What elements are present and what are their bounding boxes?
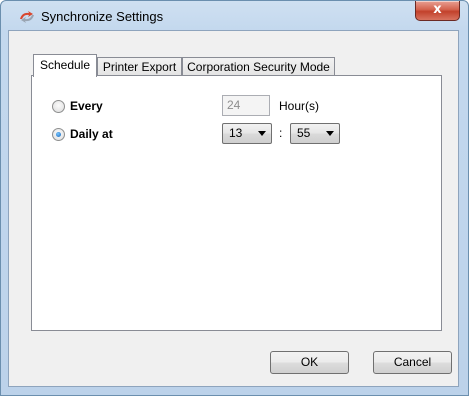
close-button[interactable]: x (415, 1, 460, 21)
every-hours-input[interactable]: 24 (222, 95, 270, 116)
daily-at-radio[interactable] (52, 128, 65, 141)
hour-value: 13 (229, 126, 243, 140)
every-radio[interactable] (52, 100, 65, 113)
tab-printer-export[interactable]: Printer Export (97, 57, 182, 76)
minute-select[interactable]: 55 (290, 123, 340, 144)
hour-select[interactable]: 13 (222, 123, 272, 144)
ok-button[interactable]: OK (270, 351, 349, 374)
hours-unit-label: Hour(s) (279, 99, 320, 113)
window-title: Synchronize Settings (41, 9, 164, 24)
radio-selected-dot (56, 132, 61, 137)
every-label: Every (70, 99, 103, 113)
tab-corporation-security-mode[interactable]: Corporation Security Mode (182, 57, 335, 76)
chevron-down-icon (326, 131, 334, 136)
tab-schedule[interactable]: Schedule (33, 54, 97, 77)
cancel-button[interactable]: Cancel (373, 351, 452, 374)
minute-value: 55 (297, 126, 311, 140)
daily-at-label: Daily at (70, 127, 113, 141)
chevron-down-icon (258, 131, 266, 136)
time-separator: : (279, 126, 283, 140)
title-bar[interactable]: Synchronize Settings x (1, 1, 468, 31)
sync-arrows-icon (20, 11, 34, 23)
